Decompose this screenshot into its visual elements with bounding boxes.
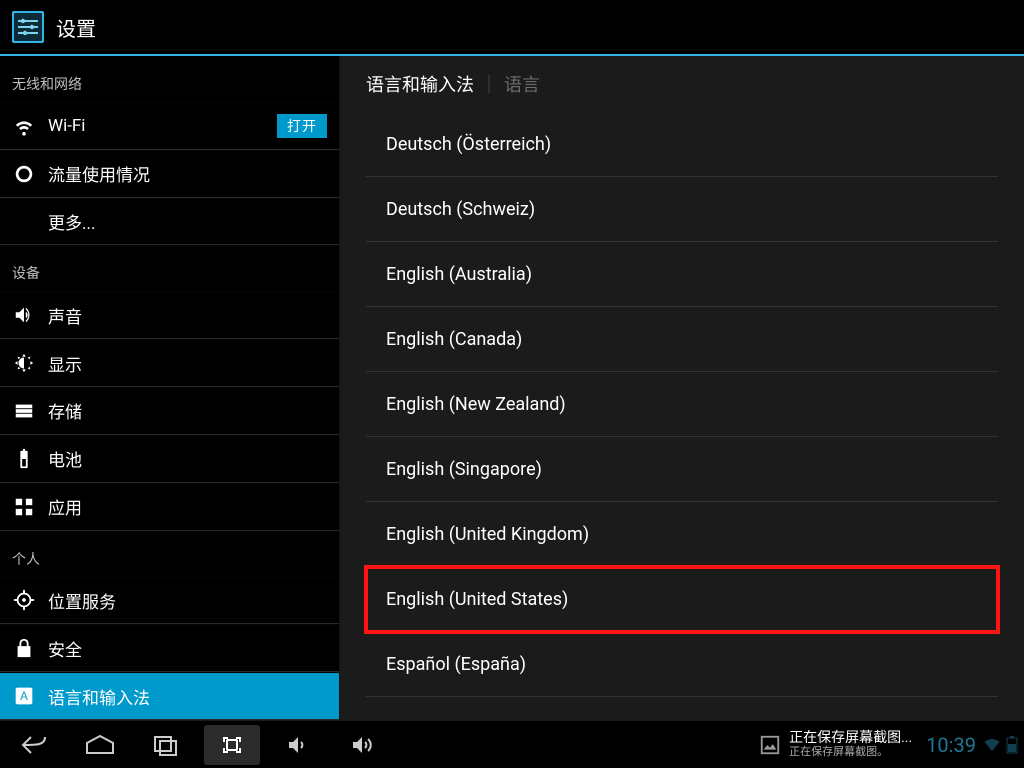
lock-icon	[12, 636, 36, 660]
sidebar-item-label: 更多...	[48, 209, 327, 234]
display-icon	[12, 351, 36, 375]
language-option[interactable]: Español (España)	[366, 632, 998, 697]
location-icon	[12, 588, 36, 612]
notification[interactable]: 正在保存屏幕截图... 正在保存屏幕截图。	[751, 721, 920, 768]
section-header: 个人	[0, 531, 339, 577]
section-header: 无线和网络	[0, 56, 339, 102]
volume-up-button[interactable]	[336, 725, 392, 765]
notification-title: 正在保存屏幕截图...	[789, 731, 912, 746]
storage-icon	[12, 399, 36, 423]
volume-down-button[interactable]	[270, 725, 326, 765]
sidebar-item-language[interactable]: A 语言和输入法	[0, 672, 339, 720]
language-label: English (Singapore)	[386, 459, 542, 480]
screenshot-button[interactable]	[204, 725, 260, 765]
sidebar-item-label: 安全	[48, 636, 327, 661]
settings-sidebar: 无线和网络 Wi-Fi 打开 流量使用情况 更多... 设备	[0, 56, 340, 720]
sidebar-item-apps[interactable]: 应用	[0, 483, 339, 531]
language-label: English (Canada)	[386, 329, 522, 350]
wifi-status-icon	[982, 736, 1002, 754]
sidebar-item-security[interactable]: 安全	[0, 624, 339, 672]
language-label: Deutsch (Schweiz)	[386, 199, 535, 220]
back-button[interactable]	[6, 725, 62, 765]
sidebar-item-label: 位置服务	[48, 588, 327, 613]
blank-icon	[12, 210, 36, 234]
sidebar-item-storage[interactable]: 存储	[0, 387, 339, 435]
language-label: English (Australia)	[386, 264, 532, 285]
sidebar-item-wifi[interactable]: Wi-Fi 打开	[0, 102, 339, 150]
data-usage-icon	[12, 162, 36, 186]
content-title: 语言和输入法	[366, 71, 474, 97]
home-button[interactable]	[72, 725, 128, 765]
language-option[interactable]: English (New Zealand)	[366, 372, 998, 437]
language-option[interactable]: English (United Kingdom)	[366, 502, 998, 567]
battery-status-icon	[1006, 736, 1018, 754]
sidebar-item-label: 显示	[48, 351, 327, 376]
language-list[interactable]: Deutsch (Österreich) Deutsch (Schweiz) Eng…	[340, 112, 1024, 720]
sidebar-item-more[interactable]: 更多...	[0, 198, 339, 246]
picture-icon	[759, 734, 781, 756]
sidebar-item-label: Wi-Fi	[48, 116, 277, 136]
language-option[interactable]: Deutsch (Österreich)	[366, 112, 998, 177]
wifi-switch[interactable]: 打开	[277, 114, 327, 138]
sidebar-item-label: 语言和输入法	[48, 684, 327, 709]
sidebar-item-battery[interactable]: 电池	[0, 435, 339, 483]
content-breadcrumb: 语言和输入法 │ 语言	[340, 56, 1024, 112]
content-pane: 语言和输入法 │ 语言 Deutsch (Österreich)Deutsch …	[340, 56, 1024, 720]
language-option[interactable]: English (Canada)	[366, 307, 998, 372]
language-label: English (United Kingdom)	[386, 524, 589, 545]
apps-icon	[12, 495, 36, 519]
battery-icon	[12, 447, 36, 471]
language-label: English (United States)	[386, 589, 568, 610]
language-label: Deutsch (Österreich)	[386, 134, 551, 155]
section-header: 设备	[0, 245, 339, 291]
language-label: Español (España)	[386, 654, 526, 675]
sidebar-item-sound[interactable]: 声音	[0, 291, 339, 339]
breadcrumb-sep: │	[480, 71, 498, 97]
system-navbar: 正在保存屏幕截图... 正在保存屏幕截图。 10:39	[0, 720, 1024, 768]
sound-icon	[12, 303, 36, 327]
settings-icon	[10, 9, 46, 45]
sidebar-item-label: 声音	[48, 303, 327, 328]
sidebar-item-display[interactable]: 显示	[0, 339, 339, 387]
sidebar-item-data-usage[interactable]: 流量使用情况	[0, 150, 339, 198]
language-option[interactable]: English (Singapore)	[366, 437, 998, 502]
app-title: 设置	[56, 13, 96, 42]
sidebar-item-label: 流量使用情况	[48, 161, 327, 186]
clock: 10:39	[926, 733, 976, 757]
sidebar-item-location[interactable]: 位置服务	[0, 577, 339, 625]
language-icon: A	[12, 684, 36, 708]
content-subtitle: 语言	[504, 71, 540, 97]
language-option[interactable]: English (Australia)	[366, 242, 998, 307]
language-label: English (New Zealand)	[386, 394, 566, 415]
recent-apps-button[interactable]	[138, 725, 194, 765]
titlebar: 设置	[0, 0, 1024, 56]
sidebar-item-label: 电池	[48, 446, 327, 471]
sidebar-item-label: 应用	[48, 494, 327, 519]
language-option[interactable]: Deutsch (Schweiz)	[366, 177, 998, 242]
sidebar-item-label: 存储	[48, 398, 327, 423]
wifi-icon	[12, 114, 36, 138]
notification-subtitle: 正在保存屏幕截图。	[789, 746, 912, 758]
language-option[interactable]: English (United States)	[366, 567, 998, 632]
svg-text:A: A	[20, 690, 28, 703]
